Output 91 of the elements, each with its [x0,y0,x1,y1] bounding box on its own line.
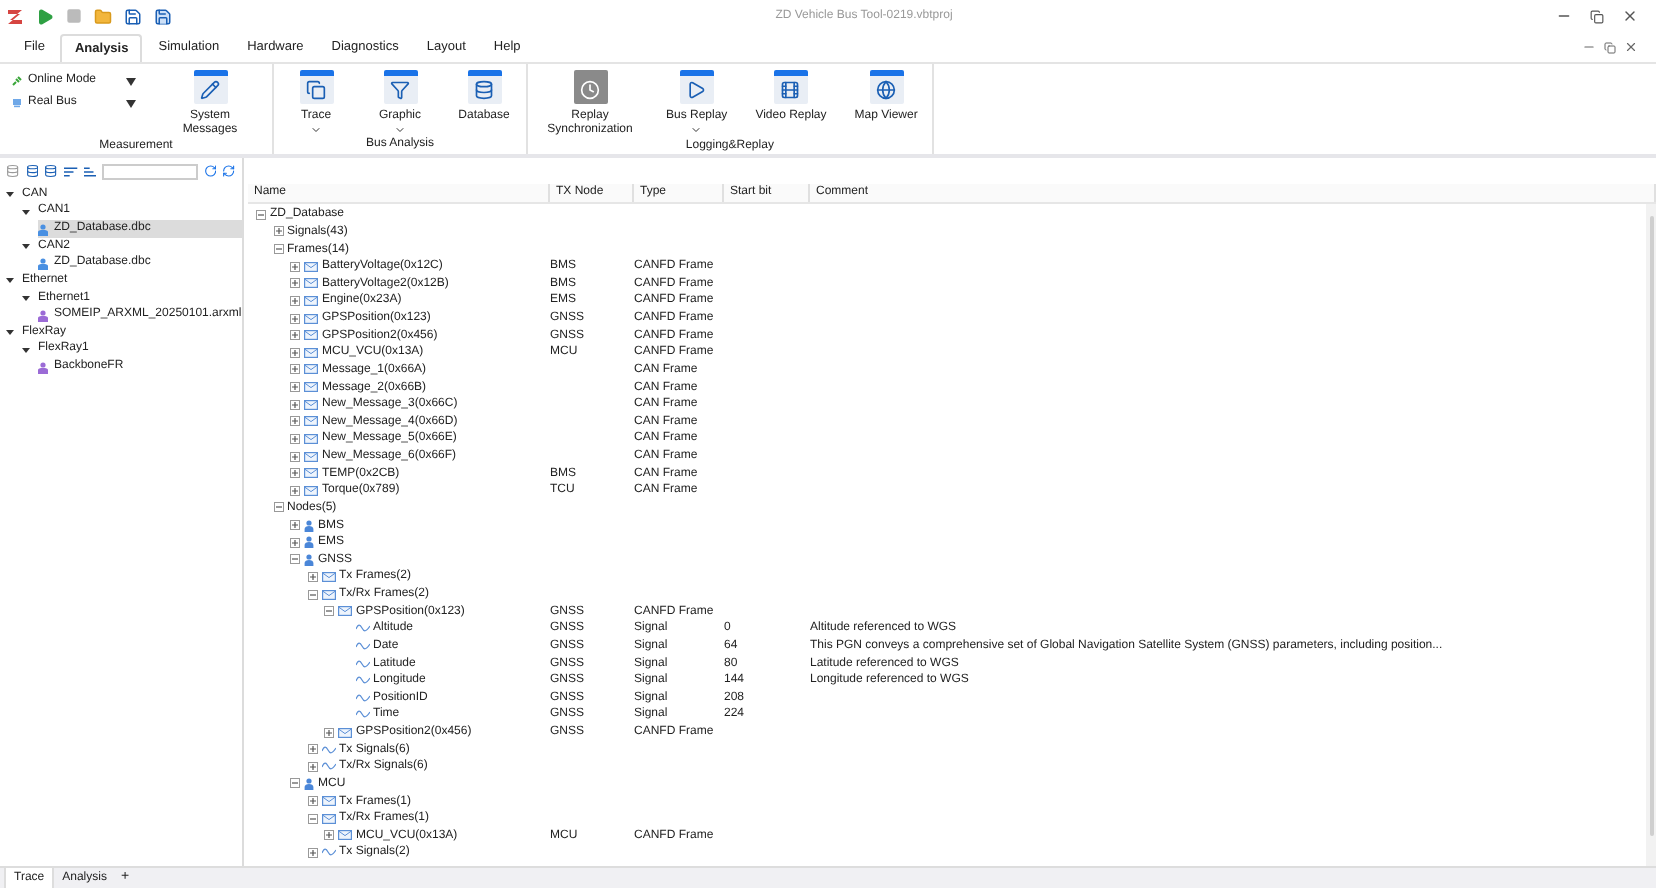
run-icon[interactable] [36,7,54,25]
expand-icon[interactable] [290,451,300,462]
expand-icon[interactable] [290,278,300,289]
search-field[interactable] [102,163,198,179]
envelope-icon [304,347,318,358]
envelope-icon [304,261,318,272]
expand-icon[interactable] [290,364,300,375]
collapse-icon[interactable] [256,209,266,220]
save-all-icon[interactable] [154,7,172,25]
caret-icon[interactable] [690,124,703,136]
expand-icon[interactable] [324,830,334,841]
envelope-icon [338,830,352,841]
envelope-icon [304,313,318,324]
expand-icon[interactable] [290,382,300,393]
folder-icon[interactable] [94,7,112,25]
expand-icon[interactable] [307,847,317,858]
expand-icon[interactable] [324,727,334,738]
restore-icon[interactable] [1590,9,1604,23]
expand-icon[interactable] [290,520,300,531]
collapse-icon[interactable] [273,502,283,513]
expand-icon[interactable] [307,761,317,772]
expand-icon[interactable] [307,571,317,582]
restore-icon[interactable] [1604,41,1616,53]
collapse-icon[interactable] [307,813,317,824]
envelope-icon [304,295,318,306]
sort-icon[interactable] [63,165,78,177]
expand-icon[interactable] [290,330,300,341]
dropdown-caret-icon[interactable] [126,77,136,85]
caret-icon[interactable] [394,124,406,136]
person-icon [304,536,314,549]
envelope-icon [321,571,335,582]
plug-icon [12,76,22,86]
envelope-icon [304,451,318,462]
envelope-icon [304,382,318,393]
dropdown-caret-icon[interactable] [126,99,136,107]
expand-icon[interactable] [290,399,300,410]
envelope-icon [304,416,318,427]
save-icon[interactable] [124,7,142,25]
envelope-icon [304,399,318,410]
collapse-caret-icon[interactable] [22,294,30,303]
expand-icon[interactable] [290,347,300,358]
envelope-icon [304,330,318,341]
collapse-caret-icon[interactable] [22,207,30,216]
envelope-icon [338,606,352,617]
reload-icon[interactable] [222,164,237,178]
collapse-icon[interactable] [307,589,317,600]
expand-icon[interactable] [290,468,300,479]
film-window-icon [773,70,808,104]
collapse-caret-icon[interactable] [6,190,14,199]
close-icon[interactable] [1624,40,1638,54]
envelope-icon [338,727,352,738]
expand-icon[interactable] [290,313,300,324]
envelope-icon [304,364,318,375]
envelope-icon [304,485,318,496]
expand-icon[interactable] [290,433,300,444]
collapse-caret-icon[interactable] [6,276,14,285]
expand-icon[interactable] [290,485,300,496]
expand-icon[interactable] [307,796,317,807]
caret-icon[interactable] [310,124,322,136]
person-icon [304,519,314,532]
expand-icon[interactable] [290,537,300,548]
expand-icon[interactable] [273,226,283,237]
close-icon[interactable] [1622,8,1638,24]
envelope-icon [304,433,318,444]
expand-icon[interactable] [290,295,300,306]
person-icon [304,553,314,566]
collapse-icon[interactable] [290,554,300,565]
wave-icon [321,848,335,857]
collapse-icon[interactable] [324,606,334,617]
collapse-icon[interactable] [273,244,283,255]
person-icon [304,777,314,790]
app-logo-icon [6,7,24,25]
refresh-icon[interactable] [203,164,217,178]
database-icon[interactable] [6,164,20,178]
scrollbar[interactable] [1646,204,1656,866]
collapse-caret-icon[interactable] [22,242,30,251]
expand-icon[interactable] [307,744,317,755]
envelope-icon [321,589,335,600]
database-window-icon [467,70,501,104]
envelope-icon [304,468,318,479]
globe-window-icon [869,70,904,104]
sort-icon[interactable] [83,165,97,177]
collapse-icon[interactable] [290,778,300,789]
collapse-caret-icon[interactable] [22,345,30,354]
collapse-caret-icon[interactable] [6,328,14,337]
expand-icon[interactable] [290,261,300,272]
expand-icon[interactable] [290,416,300,427]
envelope-icon [321,796,335,807]
envelope-icon [304,278,318,289]
envelope-icon [321,813,335,824]
pencil-window-icon [193,70,227,104]
